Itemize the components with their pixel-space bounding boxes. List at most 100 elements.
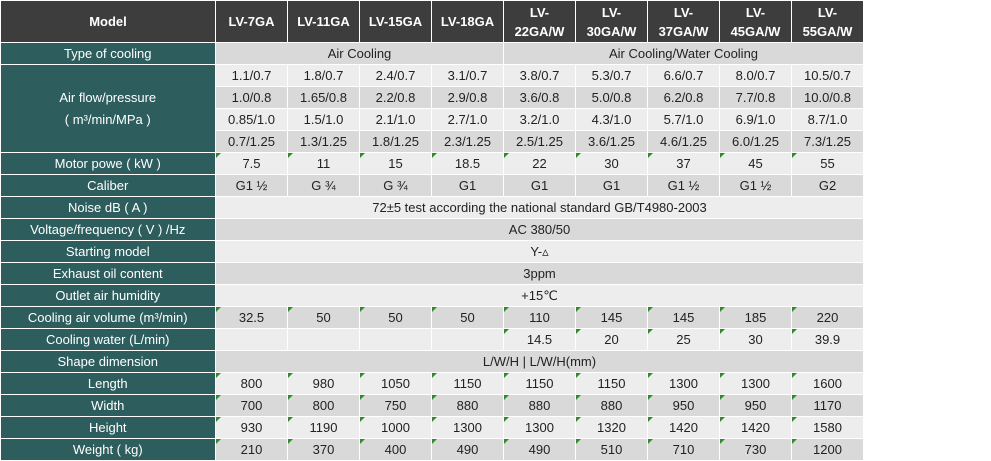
row-label: Height: [0, 416, 216, 439]
table-cell: 7.5: [215, 152, 288, 175]
row-caliber: Caliber G1 ½ G ¾ G ¾ G1 G1 G1 G1 ½ G1 ½ …: [0, 174, 864, 197]
table-cell: 370: [287, 438, 360, 461]
table-cell: 72±5 test according the national standar…: [215, 196, 864, 219]
table-cell: 0.85/1.0: [215, 108, 288, 131]
table-cell: 2.1/1.0: [359, 108, 432, 131]
row-label: Type of cooling: [0, 42, 216, 65]
table-cell: 10.5/0.7: [791, 64, 864, 87]
table-cell: 45: [719, 152, 792, 175]
table-cell: 8.0/0.7: [719, 64, 792, 87]
table-cell: 210: [215, 438, 288, 461]
table-cell: 185: [719, 306, 792, 329]
row-air-flow: Air flow/pressure( m³/min/MPa ) 1.1/0.7 …: [0, 64, 864, 153]
table-cell: [431, 328, 504, 351]
table-cell: L/W/H | L/W/H(mm): [215, 350, 864, 373]
table-cell: 1.65/0.8: [287, 86, 360, 109]
table-cell: 2.5/1.25: [503, 130, 576, 153]
model-header-cell: LV- 22GA/W: [503, 0, 576, 43]
table-cell: 1150: [575, 372, 648, 395]
table-cell: [359, 328, 432, 351]
table-cell: 2.4/0.7: [359, 64, 432, 87]
table-cell: 20: [575, 328, 648, 351]
table-cell: 8.7/1.0: [791, 108, 864, 131]
table-cell: 10.0/0.8: [791, 86, 864, 109]
table-cell: 25: [647, 328, 720, 351]
table-cell: 6.9/1.0: [719, 108, 792, 131]
table-cell: 5.3/0.7: [575, 64, 648, 87]
table-cell: 1300: [647, 372, 720, 395]
row-label: Outlet air humidity: [0, 284, 216, 307]
row-cooling-air-volume: Cooling air volume (m³/min) 32.5 50 50 5…: [0, 306, 864, 329]
table-cell: 220: [791, 306, 864, 329]
table-cell: 110: [503, 306, 576, 329]
row-label: Cooling water (L/min): [0, 328, 216, 351]
table-cell: 730: [719, 438, 792, 461]
table-cell: 490: [503, 438, 576, 461]
table-cell: 3ppm: [215, 262, 864, 285]
table-cell: 15: [359, 152, 432, 175]
table-cell: 3.6/0.8: [503, 86, 576, 109]
table-cell: 2.3/1.25: [431, 130, 504, 153]
row-weight: Weight ( kg) 210 370 400 490 490 510 710…: [0, 438, 864, 461]
table-cell: 1200: [791, 438, 864, 461]
table-cell: G1 ½: [719, 174, 792, 197]
row-label: Air flow/pressure( m³/min/MPa ): [0, 64, 216, 153]
table-cell: 18.5: [431, 152, 504, 175]
table-cell: 980: [287, 372, 360, 395]
table-cell: 1.8/1.25: [359, 130, 432, 153]
table-cell: G ¾: [287, 174, 360, 197]
table-cell: 1170: [791, 394, 864, 417]
table-cell: 1190: [287, 416, 360, 439]
row-type-of-cooling: Type of cooling Air Cooling Air Cooling/…: [0, 42, 864, 65]
table-cell: 6.0/1.25: [719, 130, 792, 153]
table-cell: 7.3/1.25: [791, 130, 864, 153]
model-header-cell: LV- 37GA/W: [647, 0, 720, 43]
table-cell: 14.5: [503, 328, 576, 351]
table-cell: 11: [287, 152, 360, 175]
row-label: Exhaust oil content: [0, 262, 216, 285]
model-header-cell: LV-15GA: [359, 0, 432, 43]
model-header-cell: LV- 45GA/W: [719, 0, 792, 43]
row-label: Weight ( kg): [0, 438, 216, 461]
row-starting-model: Starting model Y-▵: [0, 240, 864, 263]
row-label: Width: [0, 394, 216, 417]
table-cell: 1.0/0.8: [215, 86, 288, 109]
table-cell: G1: [431, 174, 504, 197]
table-cell: 510: [575, 438, 648, 461]
table-cell: 1.8/0.7: [287, 64, 360, 87]
row-noise: Noise dB ( A ) 72±5 test according the n…: [0, 196, 864, 219]
table-cell: +15℃: [215, 284, 864, 307]
row-length: Length 800 980 1050 1150 1150 1150 1300 …: [0, 372, 864, 395]
spec-table: Model LV-7GA LV-11GA LV-15GA LV-18GA LV-…: [0, 0, 864, 461]
row-voltage: Voltage/frequency ( V ) /Hz AC 380/50: [0, 218, 864, 241]
table-cell: 710: [647, 438, 720, 461]
table-cell: 6.6/0.7: [647, 64, 720, 87]
table-cell: G1: [503, 174, 576, 197]
row-outlet-humidity: Outlet air humidity +15℃: [0, 284, 864, 307]
table-cell: 800: [215, 372, 288, 395]
table-cell: G1 ½: [215, 174, 288, 197]
table-cell: 1420: [647, 416, 720, 439]
table-cell: 4.6/1.25: [647, 130, 720, 153]
table-cell: 5.7/1.0: [647, 108, 720, 131]
table-cell: [287, 328, 360, 351]
table-cell: 37: [647, 152, 720, 175]
table-cell: 3.6/1.25: [575, 130, 648, 153]
table-cell: 39.9: [791, 328, 864, 351]
model-header-cell: LV- 55GA/W: [791, 0, 864, 43]
table-cell: 2.7/1.0: [431, 108, 504, 131]
table-cell: 490: [431, 438, 504, 461]
table-cell: 2.9/0.8: [431, 86, 504, 109]
table-cell: 145: [647, 306, 720, 329]
table-cell: G1 ½: [647, 174, 720, 197]
table-cell: 7.7/0.8: [719, 86, 792, 109]
table-cell: AC 380/50: [215, 218, 864, 241]
table-cell: 4.3/1.0: [575, 108, 648, 131]
row-label: Motor powe ( kW ): [0, 152, 216, 175]
row-label: Shape dimension: [0, 350, 216, 373]
table-cell: 55: [791, 152, 864, 175]
table-cell: G ¾: [359, 174, 432, 197]
table-cell: 700: [215, 394, 288, 417]
model-header-cell: LV-7GA: [215, 0, 288, 43]
table-cell: 930: [215, 416, 288, 439]
